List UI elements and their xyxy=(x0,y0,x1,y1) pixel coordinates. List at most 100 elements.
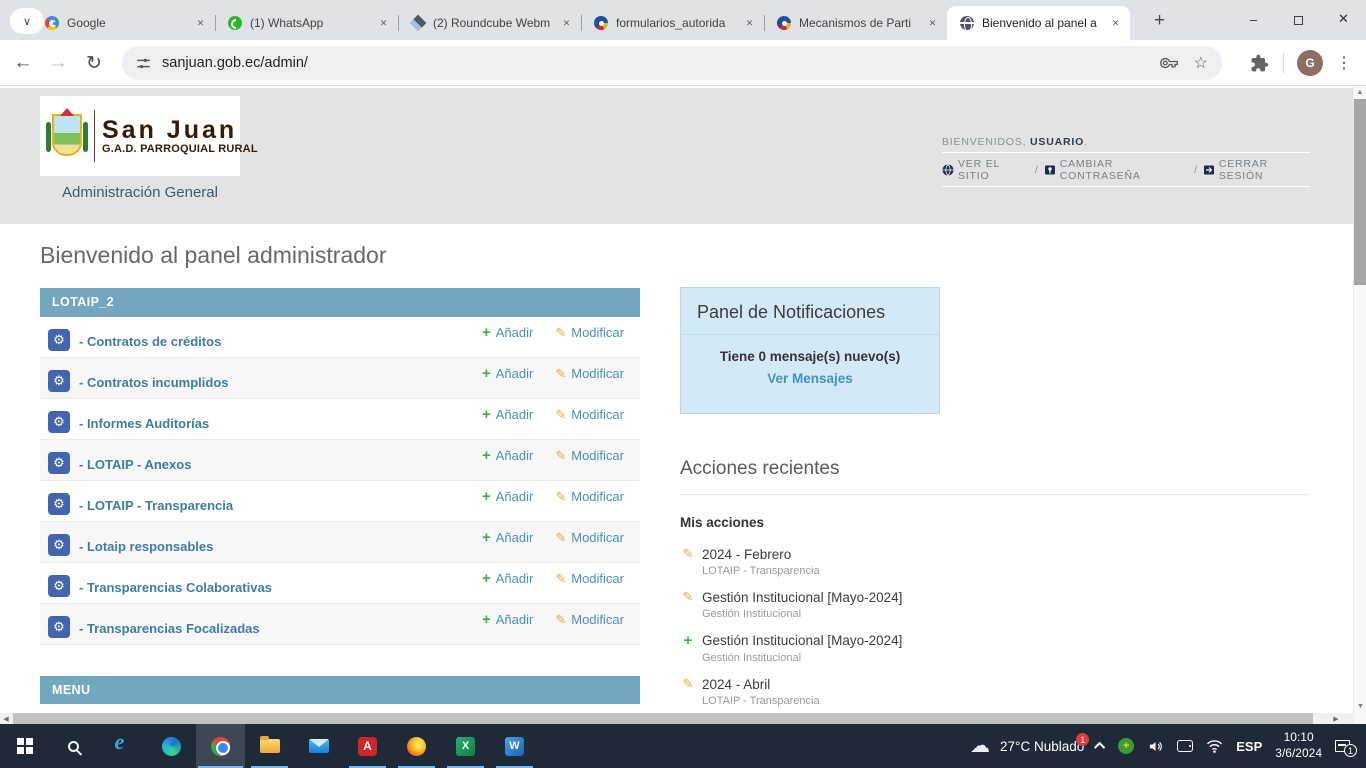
scroll-right-icon[interactable]: ▶ xyxy=(1330,713,1342,724)
browser-tab[interactable]: Mecanismos de Parti ✕ xyxy=(764,6,947,40)
browser-tab[interactable]: Google ✕ xyxy=(32,6,215,40)
weather-widget[interactable]: ☁ 1 27°C Nublado xyxy=(970,736,1084,756)
taskbar-excel-button[interactable]: X xyxy=(441,724,490,768)
wifi-icon[interactable] xyxy=(1206,739,1223,753)
browser-tab[interactable]: (1) WhatsApp ✕ xyxy=(215,6,398,40)
view-messages-link[interactable]: Ver Mensajes xyxy=(767,371,853,386)
recent-action-title[interactable]: Gestión Institucional [Mayo-2024] xyxy=(702,633,902,648)
coat-of-arms-icon xyxy=(46,108,88,164)
recent-action-title[interactable]: Gestión Institucional [Mayo-2024] xyxy=(702,590,902,605)
taskbar-search-button[interactable] xyxy=(49,724,98,768)
taskbar-start-button[interactable] xyxy=(0,724,49,768)
notification-center-button[interactable]: 1 xyxy=(1335,739,1352,753)
language-indicator[interactable]: ESP xyxy=(1236,739,1262,754)
model-link[interactable]: - Contratos incumplidos xyxy=(79,375,229,390)
extensions-icon[interactable] xyxy=(1250,54,1269,73)
modify-link[interactable]: ✎Modificar xyxy=(555,325,624,341)
taskbar-internet-explorer-button[interactable] xyxy=(98,724,147,768)
menu-kebab-icon[interactable]: ⋮ xyxy=(1336,53,1352,73)
tab-close-icon[interactable]: ✕ xyxy=(1107,15,1124,32)
logout-link[interactable]: CERRAR SESIÓN xyxy=(1219,158,1310,182)
url-text[interactable]: sanjuan.gob.ec/admin/ xyxy=(162,55,308,71)
tab-close-icon[interactable]: ✕ xyxy=(741,15,758,32)
modify-link[interactable]: ✎Modificar xyxy=(555,612,624,628)
browser-tab[interactable]: Bienvenido al panel a ✕ xyxy=(947,6,1130,40)
profile-avatar[interactable]: G xyxy=(1297,50,1323,76)
browser-tab[interactable]: (2) Roundcube Webm ✕ xyxy=(398,6,581,40)
recent-action-title[interactable]: 2024 - Febrero xyxy=(702,547,791,562)
taskbar-edge-button[interactable] xyxy=(147,724,196,768)
plus-icon: + xyxy=(482,488,491,505)
gear-icon: ⚙ xyxy=(48,575,70,597)
add-link[interactable]: +Añadir xyxy=(482,406,533,423)
add-link[interactable]: +Añadir xyxy=(482,529,533,546)
add-link[interactable]: +Añadir xyxy=(482,611,533,628)
pencil-icon: ✎ xyxy=(680,589,696,605)
site-settings-icon[interactable] xyxy=(136,56,151,71)
scroll-down-icon[interactable]: ▼ xyxy=(1354,700,1366,713)
view-site-link[interactable]: VER EL SITIO xyxy=(958,158,1030,182)
address-bar[interactable]: sanjuan.gob.ec/admin/ ☆ xyxy=(122,46,1222,80)
tab-close-icon[interactable]: ✕ xyxy=(192,15,209,32)
scroll-up-icon[interactable]: ▲ xyxy=(1354,86,1366,99)
add-link[interactable]: +Añadir xyxy=(482,365,533,382)
window-restore-button[interactable] xyxy=(1276,0,1321,38)
password-key-icon[interactable] xyxy=(1160,54,1178,72)
tray-expand-button[interactable] xyxy=(1097,742,1105,750)
volume-icon[interactable] xyxy=(1147,739,1164,754)
forward-button[interactable]: → xyxy=(38,43,78,83)
modify-link[interactable]: ✎Modificar xyxy=(555,571,624,587)
touchpad-icon[interactable] xyxy=(1177,740,1193,752)
plus-icon: + xyxy=(482,365,491,382)
tab-close-icon[interactable]: ✕ xyxy=(558,15,575,32)
page-title: Bienvenido al panel administrador xyxy=(40,242,387,269)
horizontal-scrollbar[interactable]: ◀ ▶ xyxy=(0,713,1353,724)
modify-link[interactable]: ✎Modificar xyxy=(555,489,624,505)
pencil-icon: ✎ xyxy=(555,366,566,382)
word-icon: W xyxy=(505,737,524,756)
vertical-scroll-thumb[interactable] xyxy=(1354,99,1366,285)
model-link[interactable]: - LOTAIP - Transparencia xyxy=(79,498,233,513)
taskbar-file-explorer-button[interactable] xyxy=(245,724,294,768)
taskbar-word-button[interactable]: W xyxy=(490,724,539,768)
model-link[interactable]: - Lotaip responsables xyxy=(79,539,213,554)
plus-icon: + xyxy=(482,447,491,464)
window-minimize-button[interactable]: – xyxy=(1231,0,1276,38)
change-password-link[interactable]: CAMBIAR CONTRASEÑA xyxy=(1060,158,1189,182)
antivirus-icon[interactable]: + xyxy=(1118,738,1134,754)
taskbar-acrobat-button[interactable]: A xyxy=(343,724,392,768)
recent-action-title[interactable]: 2024 - Abril xyxy=(702,677,770,692)
modify-link[interactable]: ✎Modificar xyxy=(555,448,624,464)
globe-icon xyxy=(942,164,954,176)
site-logo[interactable]: San Juan G.A.D. PARROQUIAL RURAL xyxy=(40,96,240,176)
add-link[interactable]: +Añadir xyxy=(482,570,533,587)
add-link[interactable]: +Añadir xyxy=(482,447,533,464)
model-link[interactable]: - Contratos de créditos xyxy=(79,334,221,349)
back-button[interactable]: ← xyxy=(3,43,43,83)
model-link[interactable]: - Informes Auditorías xyxy=(79,416,209,431)
model-link[interactable]: - Transparencias Colaborativas xyxy=(79,580,272,595)
taskbar-mail-button[interactable] xyxy=(294,724,343,768)
model-link[interactable]: - LOTAIP - Anexos xyxy=(79,457,191,472)
new-tab-button[interactable]: + xyxy=(1146,7,1173,34)
tab-close-icon[interactable]: ✕ xyxy=(924,15,941,32)
gear-icon: ⚙ xyxy=(48,370,70,392)
reload-button[interactable]: ↻ xyxy=(74,43,114,83)
modify-link[interactable]: ✎Modificar xyxy=(555,366,624,382)
plus-icon: + xyxy=(482,406,491,423)
scroll-left-icon[interactable]: ◀ xyxy=(0,713,12,724)
add-link[interactable]: +Añadir xyxy=(482,488,533,505)
tab-close-icon[interactable]: ✕ xyxy=(375,15,392,32)
model-link[interactable]: - Transparencias Focalizadas xyxy=(79,621,260,636)
modify-link[interactable]: ✎Modificar xyxy=(555,407,624,423)
taskbar-firefox-button[interactable] xyxy=(392,724,441,768)
modify-link[interactable]: ✎Modificar xyxy=(555,530,624,546)
horizontal-scroll-thumb[interactable] xyxy=(13,713,1313,724)
clock[interactable]: 10:103/6/2024 xyxy=(1275,730,1322,761)
taskbar-chrome-button[interactable] xyxy=(196,724,245,768)
add-link[interactable]: +Añadir xyxy=(482,324,533,341)
vertical-scrollbar[interactable]: ▲ ▼ xyxy=(1353,86,1366,724)
browser-tab[interactable]: formularios_autorida ✕ xyxy=(581,6,764,40)
window-close-button[interactable]: ✕ xyxy=(1321,0,1366,38)
bookmark-star-icon[interactable]: ☆ xyxy=(1194,53,1208,73)
